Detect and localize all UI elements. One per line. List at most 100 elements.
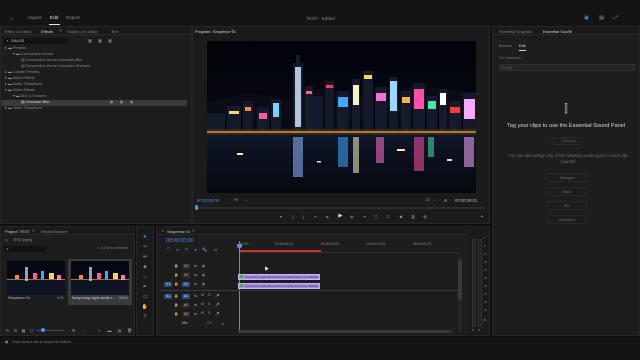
- solo-button[interactable]: S: [208, 311, 210, 316]
- timeline-timecode[interactable]: 00:00:00:00: [166, 238, 193, 244]
- tree-video-effects[interactable]: ▾ ▬ Video Effects: [5, 88, 35, 93]
- solo-left[interactable]: S: [472, 329, 474, 332]
- mic-icon[interactable]: 🎤: [215, 294, 220, 299]
- tab-media-browser[interactable]: Media Browser: [41, 229, 68, 234]
- type-ambience-button[interactable]: Ambience: [547, 215, 587, 224]
- razor-icon[interactable]: ◈: [141, 264, 149, 271]
- list-view-icon[interactable]: ☰: [13, 328, 18, 333]
- mute-button[interactable]: M: [201, 293, 204, 298]
- tab-text[interactable]: Text: [111, 29, 118, 34]
- step-forward-icon[interactable]: |▸: [349, 214, 355, 220]
- marker-icon[interactable]: ▾: [193, 247, 198, 252]
- project-search[interactable]: ⌕: [4, 246, 46, 252]
- mute-button[interactable]: M: [201, 311, 204, 316]
- mark-out-icon[interactable]: }: [300, 214, 306, 220]
- subtab-edit[interactable]: Edit: [519, 44, 526, 49]
- snap-icon[interactable]: ⌒: [166, 247, 171, 252]
- program-timecode-current[interactable]: 00:00:00:00: [197, 198, 219, 203]
- preset-dropdown[interactable]: Preset: [499, 64, 635, 71]
- source-patch-v1[interactable]: V1: [164, 282, 172, 287]
- lock-icon[interactable]: 🔒: [174, 264, 179, 269]
- project-item[interactable]: [71, 261, 129, 295]
- add-marker-icon[interactable]: ▾: [278, 214, 284, 220]
- mic-icon[interactable]: 🎤: [215, 312, 220, 317]
- new-bin-icon[interactable]: ▬: [107, 328, 112, 333]
- lock-icon[interactable]: 🔒: [174, 303, 179, 308]
- tab-sequence[interactable]: Sequence 01: [167, 229, 191, 234]
- sync-lock-icon[interactable]: ⇋: [193, 282, 198, 287]
- add-marker-icon[interactable]: ⛉: [184, 247, 189, 252]
- timeline-vscroll-handle[interactable]: [458, 260, 462, 300]
- settings-icon[interactable]: ⚙: [443, 198, 448, 203]
- dialogue-tag-button[interactable]: Dialogue: [551, 137, 583, 145]
- program-playhead[interactable]: [195, 205, 198, 210]
- program-scrub-bar[interactable]: [197, 207, 485, 209]
- tab-project[interactable]: Project: TEST: [5, 229, 30, 234]
- freeform-view-icon[interactable]: ▢: [29, 328, 34, 333]
- track-label[interactable]: V3: [182, 264, 190, 269]
- tree-audio-transitions[interactable]: ▸ ▬ Audio Transitions: [5, 82, 42, 87]
- tab-edit[interactable]: Edit: [50, 16, 58, 22]
- share-icon[interactable]: ▤: [598, 15, 605, 22]
- track-label[interactable]: V1: [182, 282, 190, 287]
- audio-clip[interactable]: hong kong night aerial video of Hong Kon…: [238, 283, 320, 289]
- ripple-edit-icon[interactable]: ⇹: [141, 254, 149, 261]
- type-music-button[interactable]: Music: [547, 187, 587, 196]
- tree-gaussian-blur[interactable]: ▤ Gaussian Blur: [21, 100, 50, 105]
- comparison-view-icon[interactable]: ▥: [410, 214, 416, 220]
- track-label[interactable]: A2: [182, 303, 190, 308]
- automate-icon[interactable]: ⋯: [81, 328, 86, 333]
- mark-in-icon[interactable]: {: [290, 214, 296, 220]
- timeline-hscroll[interactable]: [238, 330, 454, 333]
- sync-lock-icon[interactable]: ⇋: [193, 303, 198, 308]
- eye-icon[interactable]: ◉: [201, 282, 206, 287]
- pencil-icon[interactable]: ✎: [5, 328, 10, 333]
- sync-lock-icon[interactable]: ⇋: [193, 264, 198, 269]
- lock-icon[interactable]: 🔒: [174, 273, 179, 278]
- eye-icon[interactable]: ◉: [201, 264, 206, 269]
- program-zoom-select[interactable]: Fit: [234, 198, 238, 203]
- tree-conv-gaussian-blur[interactable]: ▤ Convolution Kernel Gaussian Blur: [21, 58, 83, 63]
- hand-icon[interactable]: ✋: [141, 304, 149, 311]
- tree-convolution-kernel[interactable]: ▾ ▬ Convolution Kernel: [13, 52, 53, 57]
- menu-icon[interactable]: ≡: [230, 28, 235, 33]
- search-icon[interactable]: ⌕: [97, 328, 102, 333]
- video-clip[interactable]: hong kong night aerial video of Hong Kon…: [238, 274, 320, 280]
- lock-icon[interactable]: 🔒: [174, 282, 179, 287]
- menu-icon[interactable]: ≡: [31, 228, 36, 233]
- tab-essential-graphics[interactable]: Essential Graphics: [499, 29, 532, 34]
- zoom-slider-handle[interactable]: [41, 328, 45, 332]
- captions-icon[interactable]: ▭: [213, 247, 218, 252]
- selection-icon[interactable]: ➤: [141, 234, 149, 241]
- rectangle-icon[interactable]: ▭: [141, 294, 149, 301]
- menu-icon[interactable]: ≡: [191, 228, 196, 233]
- go-to-out-icon[interactable]: ⇥: [361, 214, 367, 220]
- solo-right[interactable]: S: [478, 329, 480, 332]
- mute-button[interactable]: M: [201, 302, 204, 307]
- track-label[interactable]: V2: [182, 273, 190, 278]
- sync-lock-icon[interactable]: ⇋: [193, 294, 198, 299]
- vr-icon[interactable]: ◍: [422, 214, 428, 220]
- home-icon[interactable]: ⌂: [8, 15, 16, 23]
- slip-icon[interactable]: ⇔: [141, 274, 149, 281]
- play-icon[interactable]: ▶: [337, 213, 344, 220]
- track-label[interactable]: A3: [182, 312, 190, 317]
- tree-lumetri-presets[interactable]: ▸ ▬ Lumetri Presets: [5, 70, 39, 75]
- tree-audio-effects[interactable]: ▸ ▬ Audio Effects: [5, 76, 35, 81]
- step-back-icon[interactable]: ◂|: [324, 214, 330, 220]
- chevron-icon[interactable]: ⇥: [220, 322, 225, 327]
- sort-icon[interactable]: ⇅: [71, 328, 76, 333]
- tree-blur-sharpen[interactable]: ▾ ▬ Blur & Sharpen: [13, 94, 47, 99]
- video-frame[interactable]: [207, 41, 476, 193]
- wrench-icon[interactable]: 🔧: [202, 247, 207, 252]
- 32bit-icon[interactable]: ▦: [97, 38, 103, 44]
- type-sfx-button[interactable]: SFX: [547, 201, 587, 210]
- icon-view-icon[interactable]: ▦: [21, 328, 26, 333]
- accelerated-icon[interactable]: ▦: [87, 38, 93, 44]
- go-to-in-icon[interactable]: ⇤: [313, 214, 319, 220]
- timeline-ruler[interactable]: :00:00 00:00:04:23 00:00:09:23 00:00:14:…: [239, 241, 459, 253]
- tab-export[interactable]: Export: [66, 16, 80, 22]
- mix-value[interactable]: 0.0: [207, 321, 212, 326]
- effects-search-value[interactable]: GAUSS: [11, 39, 24, 44]
- tree-presets[interactable]: ▸ ▬ Presets: [5, 46, 26, 51]
